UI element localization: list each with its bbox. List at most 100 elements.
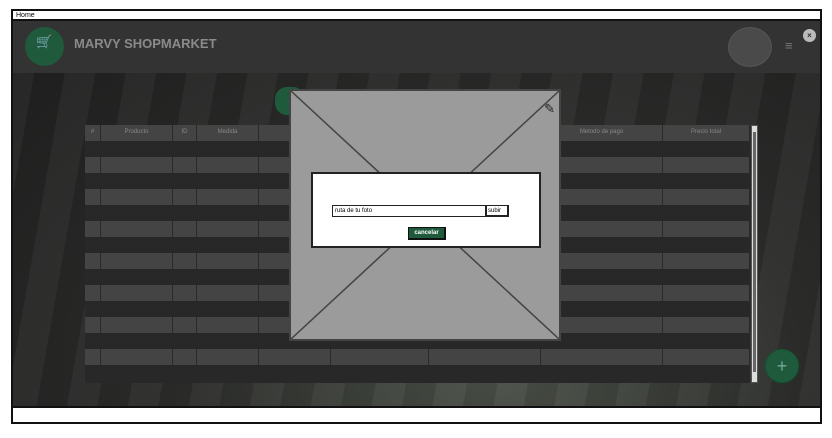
table-cell [663, 141, 750, 157]
cart-icon: 🛒 [36, 34, 53, 49]
table-cell [197, 269, 259, 285]
table-cell [85, 205, 101, 221]
table-cell [173, 157, 197, 173]
table-cell [663, 285, 750, 301]
table-cell [197, 333, 259, 349]
table-cell [85, 173, 101, 189]
table-cell [663, 173, 750, 189]
table-cell [85, 253, 101, 269]
table-cell [331, 349, 429, 365]
column-header: ID [173, 125, 197, 141]
table-cell [197, 237, 259, 253]
table-cell [101, 157, 173, 173]
app-title: MARVY SHOPMARKET [74, 36, 217, 51]
table-cell [101, 205, 173, 221]
upload-button[interactable]: subir [486, 205, 509, 217]
table-cell [663, 269, 750, 285]
table-cell [173, 237, 197, 253]
table-cell [663, 237, 750, 253]
table-cell [173, 253, 197, 269]
table-cell [197, 157, 259, 173]
table-cell [173, 349, 197, 365]
table-cell [259, 365, 331, 381]
table-cell [331, 365, 429, 381]
table-cell [101, 317, 173, 333]
table-cell [197, 285, 259, 301]
table-cell [197, 349, 259, 365]
table-cell [663, 205, 750, 221]
table-cell [197, 221, 259, 237]
column-header: Precio total [663, 125, 750, 141]
table-cell [85, 157, 101, 173]
table-cell [101, 285, 173, 301]
table-cell [101, 237, 173, 253]
table-cell [541, 349, 663, 365]
table-cell [101, 173, 173, 189]
cancel-button[interactable]: cancelar [408, 227, 446, 240]
pencil-icon[interactable]: ✎ [544, 101, 555, 117]
close-icon[interactable]: × [803, 29, 816, 42]
table-cell [101, 221, 173, 237]
table-cell [197, 173, 259, 189]
table-cell [101, 189, 173, 205]
table-row[interactable] [85, 349, 750, 365]
app-area: 🛒 MARVY SHOPMARKET ≡ × # Producto ID Medida… [13, 21, 820, 408]
upload-dialog: ruta de tu foto subir cancelar [311, 172, 541, 248]
photo-path-input[interactable]: ruta de tu foto [332, 205, 486, 217]
table-cell [663, 349, 750, 365]
column-header: Medida [197, 125, 259, 141]
table-row[interactable] [85, 365, 750, 381]
table-cell [85, 317, 101, 333]
table-scrollbar[interactable] [751, 125, 758, 383]
table-cell [663, 253, 750, 269]
table-cell [101, 349, 173, 365]
table-cell [429, 365, 541, 381]
table-cell [85, 141, 101, 157]
table-cell [663, 157, 750, 173]
scrollbar-thumb[interactable] [753, 132, 756, 372]
table-cell [173, 173, 197, 189]
table-cell [197, 301, 259, 317]
table-cell [173, 317, 197, 333]
table-cell [85, 237, 101, 253]
table-cell [663, 189, 750, 205]
table-cell [173, 189, 197, 205]
table-cell [101, 333, 173, 349]
table-cell [197, 317, 259, 333]
table-cell [429, 349, 541, 365]
table-cell [173, 333, 197, 349]
table-cell [85, 269, 101, 285]
table-cell [85, 189, 101, 205]
app-header: 🛒 MARVY SHOPMARKET ≡ × [13, 21, 820, 73]
logo[interactable]: 🛒 [25, 27, 64, 66]
table-cell [173, 221, 197, 237]
table-cell [101, 365, 173, 381]
tab-home[interactable]: Home [13, 11, 820, 21]
table-cell [197, 141, 259, 157]
table-cell [101, 253, 173, 269]
table-cell [197, 365, 259, 381]
add-button[interactable]: + [765, 349, 799, 383]
table-cell [259, 349, 331, 365]
avatar[interactable] [728, 27, 772, 67]
table-cell [173, 269, 197, 285]
status-bar [13, 410, 820, 422]
table-cell [663, 221, 750, 237]
photo-modal: ✎ ruta de tu foto subir cancelar [289, 89, 561, 341]
hamburger-menu-icon[interactable]: ≡ [785, 39, 797, 52]
table-cell [663, 333, 750, 349]
table-cell [85, 221, 101, 237]
table-cell [101, 301, 173, 317]
table-cell [173, 205, 197, 221]
table-cell [197, 253, 259, 269]
table-cell [173, 141, 197, 157]
table-cell [173, 285, 197, 301]
table-cell [85, 285, 101, 301]
table-cell [85, 333, 101, 349]
table-cell [663, 317, 750, 333]
table-cell [173, 365, 197, 381]
browser-window: Home 🛒 MARVY SHOPMARKET ≡ × # Producto ID M… [11, 9, 822, 424]
table-cell [197, 205, 259, 221]
table-cell [663, 365, 750, 381]
table-cell [85, 349, 101, 365]
